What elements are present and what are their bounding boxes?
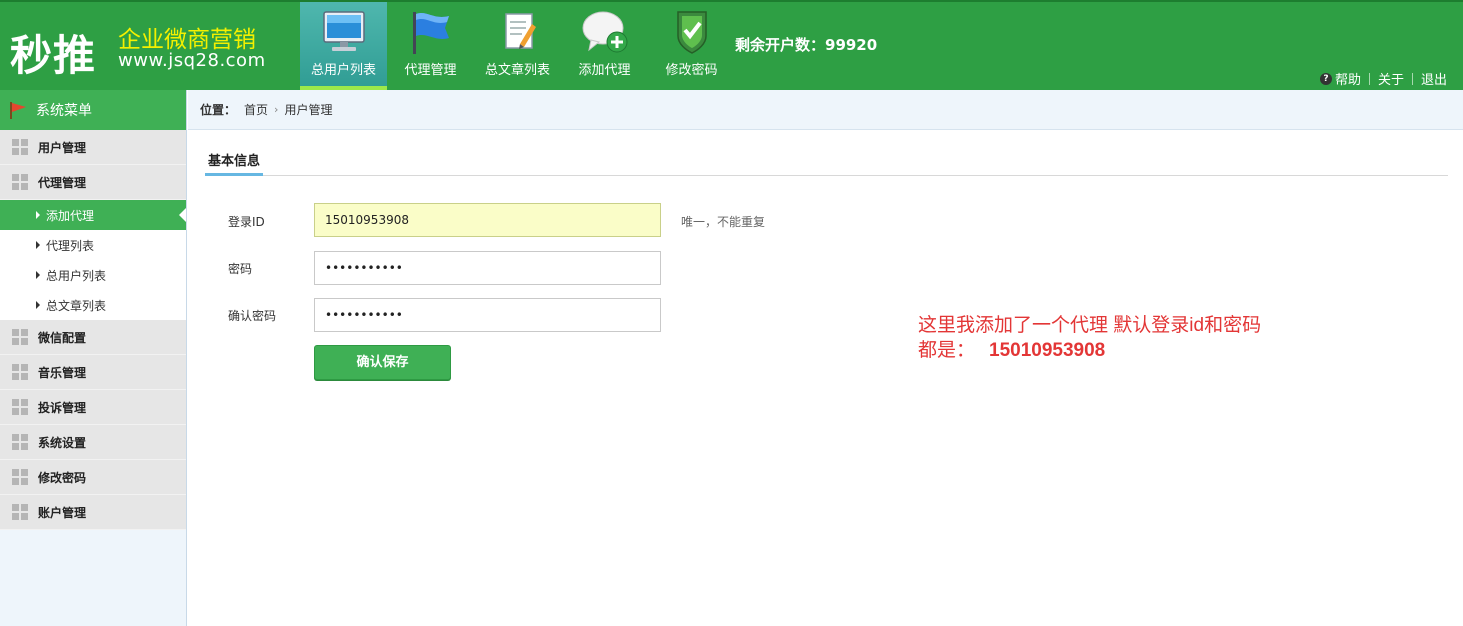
sidebar-group-label: 用户管理 [38, 140, 87, 155]
document-icon [504, 13, 536, 49]
sidebar-item-label: 代理列表 [46, 238, 95, 253]
nav-label: 总文章列表 [484, 63, 550, 78]
triangle-right-icon [36, 211, 40, 219]
sidebar-group-label: 代理管理 [38, 175, 87, 190]
sidebar: 系统菜单 用户管理 代理管理 添加代理 代理列表 总用户列表 总文章列表 微信配… [0, 90, 187, 626]
sidebar-group-account-manage[interactable]: 账户管理 [0, 495, 186, 530]
sidebar-group-agent-manage[interactable]: 代理管理 [0, 165, 186, 200]
sidebar-group-complaint-manage[interactable]: 投诉管理 [0, 390, 186, 425]
sidebar-group-user-manage[interactable]: 用户管理 [0, 130, 186, 165]
sidebar-group-label: 音乐管理 [38, 365, 87, 380]
logo-brand: 秒推 [10, 31, 97, 80]
nav-item-add-agent[interactable]: 添加代理 [561, 2, 648, 90]
annotation-note: 这里我添加了一个代理 默认登录id和密码 都是： 15010953908 [918, 313, 1261, 363]
sidebar-group-wechat-config[interactable]: 微信配置 [0, 320, 186, 355]
confirm-password-input[interactable]: ••••••••••• [314, 298, 661, 332]
sidebar-item-all-users[interactable]: 总用户列表 [0, 260, 186, 290]
sidebar-item-label: 总用户列表 [46, 268, 107, 283]
sidebar-item-agent-list[interactable]: 代理列表 [0, 230, 186, 260]
login-id-input[interactable] [314, 203, 661, 237]
confirm-password-label: 确认密码 [228, 309, 277, 323]
sidebar-header: 系统菜单 [0, 90, 186, 130]
grid-icon [12, 434, 28, 450]
tab-basic-info[interactable]: 基本信息 [205, 144, 264, 176]
shield-check-icon [676, 11, 707, 54]
sidebar-group-label: 修改密码 [38, 470, 87, 485]
login-id-label: 登录ID [228, 215, 265, 229]
sidebar-group-label: 账户管理 [38, 505, 87, 520]
sidebar-group-label: 投诉管理 [38, 400, 87, 415]
triangle-right-icon [36, 241, 40, 249]
breadcrumb: 位置： 首页 › 用户管理 [188, 90, 1463, 130]
agent-submenu: 添加代理 代理列表 总用户列表 总文章列表 [0, 200, 186, 320]
sidebar-group-system-settings[interactable]: 系统设置 [0, 425, 186, 460]
nav-item-change-password[interactable]: 修改密码 [648, 2, 735, 90]
nav-item-all-users[interactable]: 总用户列表 [300, 2, 387, 90]
annotation-prefix: 都是： [918, 340, 976, 361]
login-id-hint: 唯一，不能重复 [681, 215, 766, 229]
sidebar-group-label: 微信配置 [38, 330, 87, 345]
nav-item-agent-manage[interactable]: 代理管理 [387, 2, 474, 90]
sidebar-title: 系统菜单 [36, 103, 92, 119]
app-header: 秒推 企业微商营销 www.jsq28.com 总用户列表 代理管理 总文章列表… [0, 0, 1463, 90]
monitor-icon [322, 11, 365, 51]
grid-icon [12, 139, 28, 155]
chat-add-icon [582, 11, 627, 53]
nav-item-all-articles[interactable]: 总文章列表 [474, 2, 561, 90]
sidebar-item-all-articles[interactable]: 总文章列表 [0, 290, 186, 320]
top-links: ? 帮助 关于 退出 [1319, 69, 1447, 88]
logout-link[interactable]: 退出 [1421, 69, 1447, 88]
help-link[interactable]: 帮助 [1335, 69, 1361, 88]
nav-label: 代理管理 [404, 63, 457, 78]
sidebar-item-add-agent[interactable]: 添加代理 [0, 200, 186, 230]
red-flag-icon [10, 102, 26, 119]
nav-label: 修改密码 [665, 63, 718, 78]
annotation-line1: 这里我添加了一个代理 默认登录id和密码 [918, 315, 1262, 336]
breadcrumb-current: 用户管理 [284, 103, 333, 117]
grid-icon [12, 469, 28, 485]
sidebar-group-music-manage[interactable]: 音乐管理 [0, 355, 186, 390]
chevron-right-icon: › [274, 103, 279, 116]
grid-icon [12, 399, 28, 415]
annotation-id: 15010953908 [989, 340, 1106, 361]
logo-url: www.jsq28.com [118, 50, 266, 71]
tab-bar: 基本信息 [205, 144, 1448, 176]
triangle-right-icon [36, 271, 40, 279]
sidebar-group-change-password[interactable]: 修改密码 [0, 460, 186, 495]
remaining-accounts: 剩余开户数：99920 [735, 36, 878, 54]
triangle-right-icon [36, 301, 40, 309]
password-input[interactable]: ••••••••••• [314, 251, 661, 285]
divider [1368, 72, 1370, 85]
grid-icon [12, 364, 28, 380]
divider [1411, 72, 1413, 85]
breadcrumb-label: 位置： [200, 103, 237, 117]
sidebar-item-label: 总文章列表 [46, 298, 107, 313]
breadcrumb-home[interactable]: 首页 [244, 101, 268, 118]
about-link[interactable]: 关于 [1378, 69, 1404, 88]
sidebar-item-label: 添加代理 [46, 208, 95, 223]
logo-slogan: 企业微商营销 [118, 27, 256, 53]
help-icon: ? [1319, 72, 1332, 85]
grid-icon [12, 504, 28, 520]
annotation-line2: 都是： 15010953908 [918, 338, 1261, 363]
top-nav: 总用户列表 代理管理 总文章列表 添加代理 修改密码 [300, 2, 735, 90]
save-button[interactable]: 确认保存 [314, 345, 451, 380]
grid-icon [12, 174, 28, 190]
password-label: 密码 [228, 262, 253, 276]
nav-label: 添加代理 [578, 63, 631, 78]
nav-label: 总用户列表 [310, 63, 376, 78]
flag-icon [412, 12, 449, 54]
grid-icon [12, 329, 28, 345]
sidebar-group-label: 系统设置 [38, 435, 87, 450]
